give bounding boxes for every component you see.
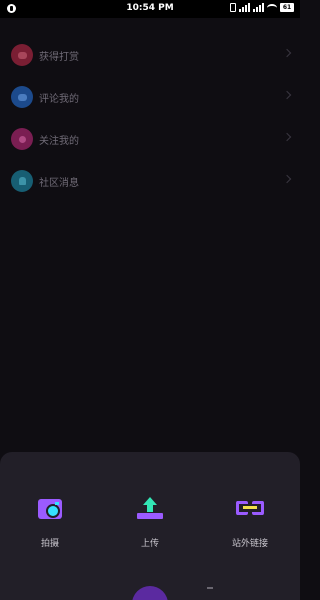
shoot-button[interactable]: 拍摄 — [10, 496, 90, 549]
upload-icon — [135, 496, 165, 522]
upload-label: 上传 — [140, 539, 159, 549]
list-item-community[interactable]: 社区消息 — [0, 160, 300, 202]
battery-icon: 61 — [280, 3, 294, 12]
chevron-right-icon — [282, 48, 292, 58]
list-item-label: 获得打赏 — [39, 52, 79, 63]
list-item-label: 社区消息 — [39, 178, 79, 189]
bell-icon — [11, 170, 33, 192]
action-sheet: 拍摄 上传 站外链接 — [0, 452, 300, 600]
upload-button[interactable]: 上传 — [110, 496, 190, 549]
external-link-label: 站外链接 — [231, 539, 268, 549]
notification-list: 获得打赏 评论我的 关注我的 社区消息 — [0, 34, 300, 202]
link-icon — [235, 496, 265, 522]
list-item-followers[interactable]: 关注我的 — [0, 118, 300, 160]
divider — [207, 587, 213, 589]
list-item-comments[interactable]: 评论我的 — [0, 76, 300, 118]
status-bar: 10:54 PM 61 — [0, 0, 300, 18]
screen: 10:54 PM 61 获得打赏 评论我的 关注我的 社区消息 拍摄 上传 站外… — [0, 0, 300, 600]
comment-icon — [11, 86, 33, 108]
signal-icon-2 — [253, 3, 264, 12]
list-item-label: 关注我的 — [39, 136, 79, 147]
external-link-button[interactable]: 站外链接 — [210, 496, 290, 549]
wifi-icon — [267, 3, 277, 12]
camera-icon — [35, 496, 65, 522]
gift-icon — [11, 44, 33, 66]
chevron-right-icon — [282, 90, 292, 100]
status-indicators: 61 — [230, 3, 294, 12]
vibrate-icon — [230, 3, 236, 12]
follow-icon — [11, 128, 33, 150]
signal-icon — [239, 3, 250, 12]
list-item-tips[interactable]: 获得打赏 — [0, 34, 300, 76]
chevron-right-icon — [282, 174, 292, 184]
list-item-label: 评论我的 — [39, 94, 79, 105]
chevron-right-icon — [282, 132, 292, 142]
shoot-label: 拍摄 — [40, 539, 59, 549]
